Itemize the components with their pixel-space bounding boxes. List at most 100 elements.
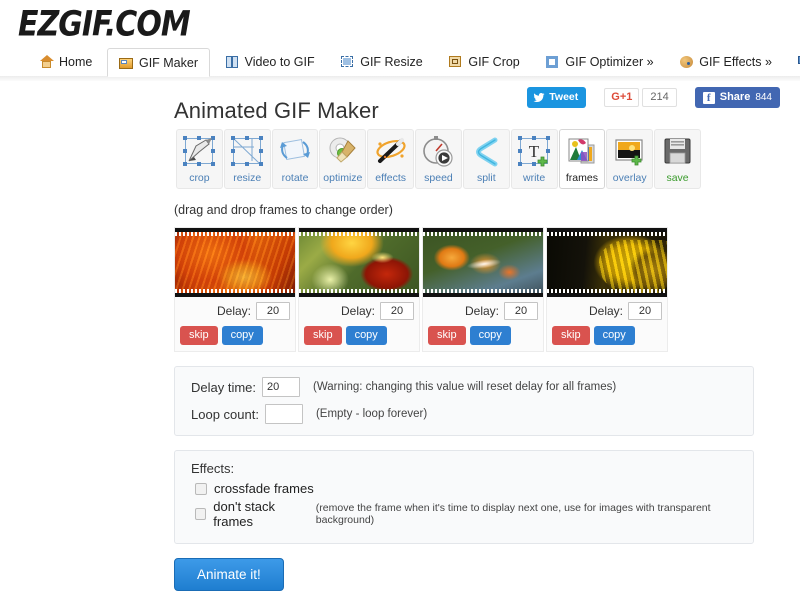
title-row: Animated GIF Maker Tweet G+1 214 f Share…	[174, 77, 786, 125]
nav-item-gif-effects[interactable]: GIF Effects »	[668, 48, 783, 77]
tool-write-label: write	[523, 172, 546, 184]
tool-overlay[interactable]: overlay	[606, 129, 654, 189]
tool-resize[interactable]: resize	[223, 129, 271, 189]
frame-copy-button[interactable]: copy	[221, 326, 263, 345]
nav-item-gif-maker[interactable]: GIF Maker	[106, 48, 211, 77]
frame-delay-row: Delay:	[547, 297, 667, 320]
frame-thumbnail[interactable]	[423, 228, 543, 297]
nav-item-gif-split[interactable]: GIF Split	[787, 48, 800, 77]
dont-stack-label: don't stack frames	[213, 499, 276, 529]
logo-text-main: EZGIF.COM	[18, 4, 191, 45]
tool-rotate[interactable]: rotate	[271, 129, 319, 189]
dont-stack-note: (remove the frame when it's time to disp…	[315, 502, 711, 526]
gif-maker-icon	[118, 56, 134, 70]
speed-tool-icon	[421, 135, 455, 169]
frame-delay-label: Delay:	[464, 304, 499, 318]
frame-copy-button[interactable]: copy	[593, 326, 635, 345]
frame-thumbnail[interactable]	[299, 228, 419, 297]
frame-thumbnail[interactable]	[547, 228, 667, 297]
tool-save-label: save	[666, 172, 689, 184]
frame-thumbnail[interactable]	[175, 228, 295, 297]
crop-icon	[448, 55, 463, 69]
home-icon	[39, 55, 54, 69]
tweet-button[interactable]: Tweet	[527, 87, 587, 108]
tool-crop-label: crop	[189, 172, 210, 184]
frame-item[interactable]: Delay: skip copy	[174, 227, 296, 352]
tool-save[interactable]: save	[654, 129, 701, 189]
crossfade-checkbox[interactable]	[195, 482, 207, 495]
tool-speed-label: speed	[424, 172, 453, 184]
rotate-tool-icon	[278, 135, 312, 169]
frame-skip-button[interactable]: skip	[180, 326, 218, 345]
drag-drop-hint: (drag and drop frames to change order)	[174, 203, 393, 217]
nav-item-gif-resize-label: GIF Resize	[360, 55, 423, 69]
effects-tool-icon	[374, 135, 408, 169]
tool-speed[interactable]: speed	[415, 129, 462, 189]
dont-stack-checkbox[interactable]	[195, 508, 207, 520]
facebook-share-label: Share	[719, 91, 751, 103]
split-tool-icon	[469, 135, 503, 169]
nav-item-home-label: Home	[59, 55, 93, 69]
frame-skip-button[interactable]: skip	[552, 326, 590, 345]
frame-delay-input[interactable]	[504, 302, 538, 320]
delay-time-row: Delay time: (Warning: changing this valu…	[191, 377, 739, 397]
tool-rotate-label: rotate	[281, 172, 309, 184]
google-plus-group[interactable]: G+1 214	[604, 88, 677, 107]
google-plus-button[interactable]: G+1	[604, 88, 640, 107]
delay-time-input[interactable]	[262, 377, 301, 397]
frame-delay-label: Delay:	[340, 304, 375, 318]
frame-skip-button[interactable]: skip	[304, 326, 342, 345]
facebook-share-count: 844	[755, 92, 772, 103]
frame-skip-button[interactable]: skip	[428, 326, 466, 345]
nav-item-gif-optimizer[interactable]: GIF Optimizer »	[534, 48, 664, 77]
delay-time-hint: (Warning: changing this value will reset…	[313, 381, 617, 393]
resize-icon	[340, 55, 355, 69]
frame-copy-button[interactable]: copy	[469, 326, 511, 345]
social-share-group: Tweet G+1 214 f Share 844	[527, 87, 780, 108]
frame-delay-input[interactable]	[256, 302, 290, 320]
frame-delay-input[interactable]	[628, 302, 662, 320]
loop-count-label: Loop count:	[191, 406, 259, 422]
nav-item-gif-crop[interactable]: GIF Crop	[437, 48, 530, 77]
frame-item[interactable]: Delay: skip copy	[422, 227, 544, 352]
nav-item-gif-optimizer-label: GIF Optimizer »	[565, 55, 654, 69]
nav-item-gif-resize[interactable]: GIF Resize	[329, 48, 434, 77]
optimize-tool-icon	[326, 135, 360, 169]
nav-item-home[interactable]: Home	[28, 48, 103, 77]
film-perforation-top	[175, 232, 295, 236]
tool-resize-label: resize	[233, 172, 262, 184]
loop-count-hint: (Empty - loop forever)	[315, 408, 428, 420]
frame-actions: skip copy	[299, 320, 419, 345]
frame-item[interactable]: Delay: skip copy	[546, 227, 668, 352]
tool-optimize[interactable]: optimize	[319, 129, 367, 189]
facebook-share-button[interactable]: f Share 844	[694, 87, 780, 108]
page-content: Animated GIF Maker Tweet G+1 214 f Share…	[0, 77, 800, 591]
tool-split[interactable]: split	[462, 129, 510, 189]
frame-actions: skip copy	[423, 320, 543, 345]
dont-stack-row: don't stack frames (remove the frame whe…	[191, 499, 739, 529]
frame-copy-button[interactable]: copy	[345, 326, 387, 345]
tool-effects-label: effects	[375, 172, 407, 184]
loop-count-input[interactable]	[264, 404, 303, 424]
film-perforation-top	[299, 232, 419, 236]
film-perforation-top	[547, 232, 667, 236]
twitter-bird-icon	[533, 92, 545, 103]
tool-write[interactable]: T write	[510, 129, 558, 189]
frame-delay-input[interactable]	[380, 302, 414, 320]
overlay-tool-icon	[613, 135, 647, 169]
nav-item-gif-effects-label: GIF Effects »	[699, 55, 772, 69]
video-icon	[225, 55, 240, 69]
crop-tool-icon	[182, 135, 216, 169]
tool-crop[interactable]: crop	[176, 129, 223, 189]
main-navigation: Home GIF Maker Video to GIF GIF Resize G…	[0, 48, 800, 81]
tool-toolbar: crop resize rotate optimize effects spee…	[176, 129, 702, 189]
delay-time-label: Delay time:	[191, 379, 257, 395]
effects-icon	[679, 55, 694, 69]
animate-it-button[interactable]: Animate it!	[174, 558, 284, 591]
frame-item[interactable]: Delay: skip copy	[298, 227, 420, 352]
tool-optimize-label: optimize	[323, 172, 363, 184]
nav-item-video-to-gif[interactable]: Video to GIF	[214, 48, 326, 77]
tool-frames[interactable]: frames	[558, 129, 606, 189]
tool-effects[interactable]: effects	[367, 129, 415, 189]
frame-delay-row: Delay:	[175, 297, 295, 320]
